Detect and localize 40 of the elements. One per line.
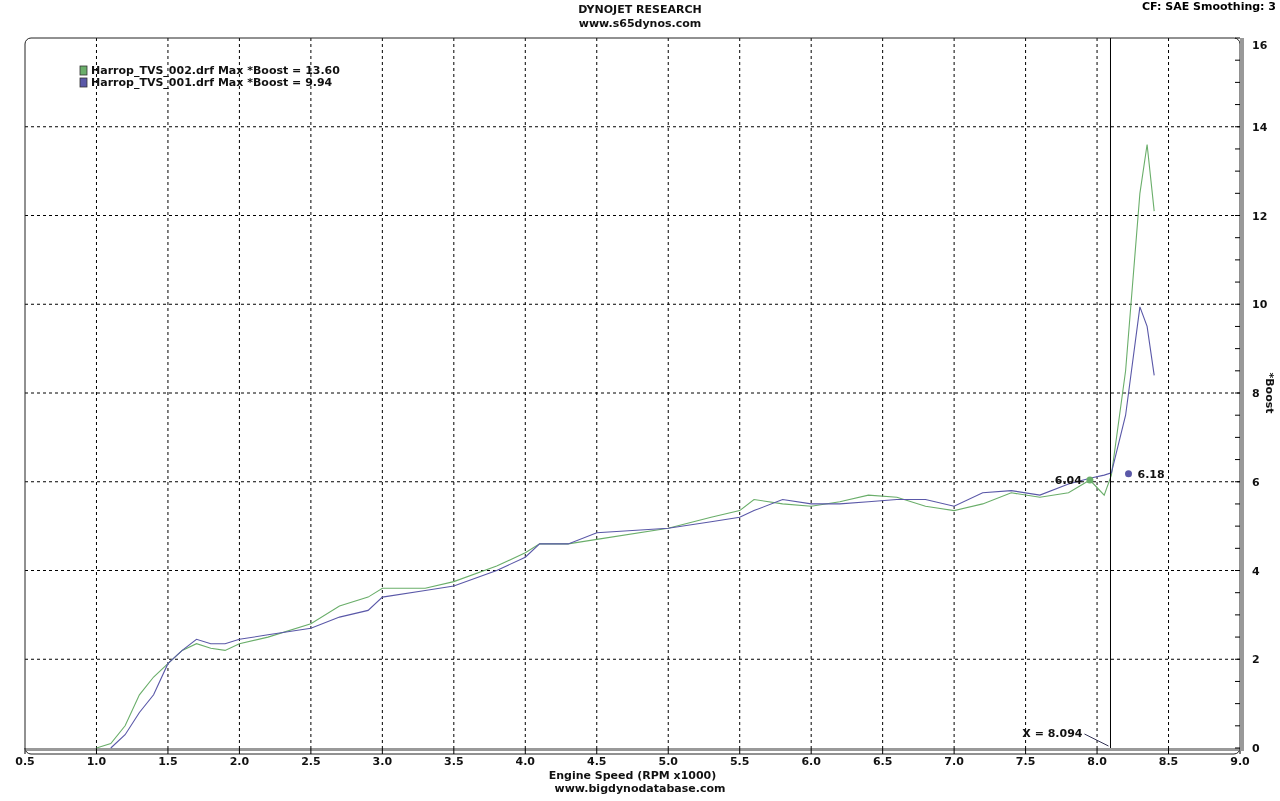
chart-title: DYNOJET RESEARCH (578, 3, 702, 17)
y-tick-label: 2 (1252, 653, 1260, 667)
x-tick-label: 7.5 (1015, 755, 1036, 768)
y-tick-label: 16 (1252, 39, 1268, 52)
x-tick-label: 4.5 (587, 755, 607, 768)
footer-url: www.bigdynodatabase.com (554, 782, 726, 796)
x-tick-label: 1.5 (158, 755, 178, 768)
x-tick-label: 2.0 (229, 755, 250, 768)
legend-label: Harrop_TVS_002.drf Max *Boost = 13.60 (91, 64, 340, 77)
marker-dot (1086, 476, 1094, 484)
y-tick-label: 14 (1252, 120, 1268, 134)
x-tick-label: 1.0 (86, 755, 107, 768)
y-tick-label: 12 (1252, 209, 1268, 223)
x-tick-label: 2.5 (301, 755, 321, 768)
marker-dot (1125, 470, 1132, 478)
x-tick-label: 9.0 (1230, 755, 1250, 768)
leader-line (1084, 733, 1109, 747)
y-tick-label: 10 (1252, 298, 1268, 312)
y-tick-label: 6 (1252, 475, 1260, 489)
y-axis-title: *Boost (1263, 372, 1276, 414)
x-tick-label: 7.0 (944, 755, 964, 768)
x-tick-label: 3.5 (444, 755, 464, 768)
x-tick-label: 5.0 (658, 755, 678, 768)
x-axis-title: Engine Speed (RPM x1000) (548, 769, 717, 782)
marker-value: 6.04 (1054, 474, 1082, 487)
x-tick-label: 8.0 (1087, 755, 1107, 768)
x-tick-label: 0.5 (15, 755, 35, 768)
x-tick-label: 6.5 (872, 755, 893, 768)
y-tick-label: 0 (1252, 742, 1260, 755)
marker-value: 6.18 (1137, 467, 1165, 481)
y-tick-label: 4 (1252, 564, 1260, 578)
x-tick-label: 6.0 (801, 755, 821, 768)
legend-label: Harrop_TVS_001.drf Max *Boost = 9.94 (91, 76, 333, 89)
y-tick-label: 8 (1252, 387, 1260, 400)
chart-subtitle: www.s65dynos.com (578, 17, 702, 31)
x-tick-label: 4.0 (515, 755, 536, 768)
settings-label: CF: SAE Smoothing: 3 (1142, 0, 1276, 14)
x-tick-label: 5.5 (729, 755, 750, 768)
x-tick-label: 3.0 (372, 755, 393, 768)
x-tick-label: 8.5 (1158, 755, 1179, 768)
